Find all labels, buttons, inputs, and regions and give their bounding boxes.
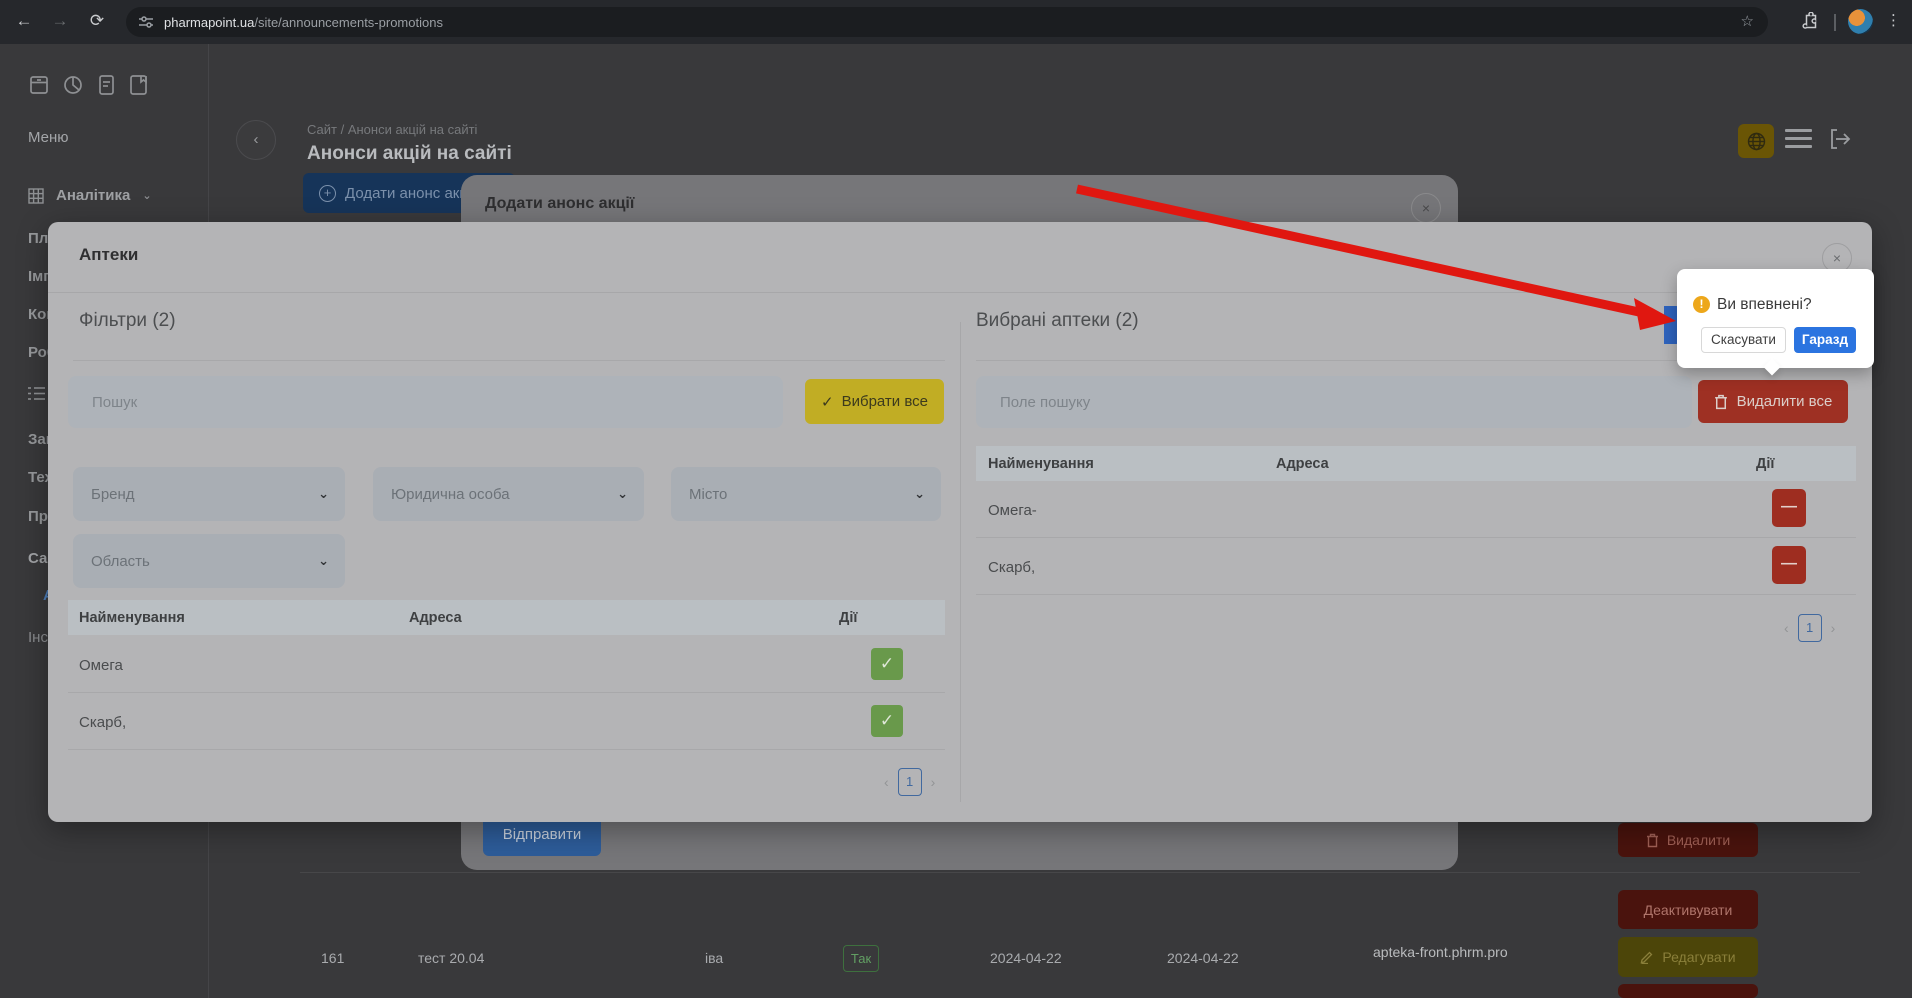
select-row-button[interactable]: ✓ [871,648,903,680]
next-page-icon[interactable]: › [931,774,936,790]
back-icon[interactable]: ← [12,11,36,31]
selected-table-header: Найменування Адреса Дії [976,446,1856,481]
legal-entity-dropdown[interactable]: Юридична особа ⌄ [373,467,644,521]
warning-icon: ! [1693,296,1710,313]
sidebar-item-analytics[interactable]: Аналітика ⌄ [28,187,152,204]
page-1-button[interactable]: 1 [1798,614,1822,642]
divider [73,360,945,361]
star-icon[interactable]: ☆ [1741,12,1754,30]
close-icon[interactable]: × [1411,193,1441,223]
list-icon [28,386,45,401]
book-icon[interactable] [128,74,148,101]
table-row: Омега [79,657,123,674]
chevron-down-icon: ⌄ [617,486,628,502]
row-date-end: 2024-04-22 [1167,950,1239,966]
delete-all-button[interactable]: Видалити все [1698,380,1848,423]
remove-row-button[interactable]: — [1772,489,1806,527]
globe-icon [1747,132,1766,151]
ok-button[interactable]: Гаразд [1794,327,1856,353]
brand-dropdown[interactable]: Бренд ⌄ [73,467,345,521]
select-row-button[interactable]: ✓ [871,705,903,737]
browser-toolbar: ← → ⟳ pharmapoint.ua/site/announcements-… [0,0,1912,44]
prev-page-icon[interactable]: ‹ [884,774,889,790]
language-globe-button[interactable] [1738,124,1774,158]
row-id: 161 [321,950,344,966]
selected-search-input[interactable]: Поле пошуку [976,376,1692,428]
select-all-button[interactable]: ✓ Вибрати все [805,379,944,424]
table-row: Омега- [988,502,1037,519]
next-page-icon[interactable]: › [1831,620,1836,636]
kebab-icon[interactable]: ⋮ [1886,11,1901,29]
puzzle-icon[interactable] [1800,12,1819,36]
table-row: Скарб, [79,714,126,731]
row-divider [68,749,945,750]
confirm-popover: ! Ви впевнені? Скасувати Гаразд [1677,269,1874,368]
delete-row-button[interactable]: Видалити [1618,823,1758,857]
forward-icon[interactable]: → [48,11,72,31]
confirm-message: Ви впевнені? [1717,296,1812,314]
modal-title: Аптеки [79,245,138,265]
remove-row-button[interactable]: — [1772,546,1806,584]
pie-chart-icon[interactable] [62,74,84,101]
breadcrumb: Сайт / Анонси акцій на сайті [307,122,477,137]
chevron-down-icon: ⌄ [142,189,151,202]
row-author: іва [705,950,723,966]
sidebar-collapse-button[interactable]: ‹ [236,120,276,160]
pencil-icon [1640,950,1654,964]
row-divider [976,594,1856,595]
site-settings-icon[interactable] [138,14,154,30]
check-icon: ✓ [821,393,834,411]
row-divider [976,537,1856,538]
logout-icon[interactable] [1827,126,1853,157]
document-icon[interactable] [96,74,116,101]
url-text: pharmapoint.ua/site/announcements-promot… [164,15,443,30]
trash-icon [1646,833,1659,848]
address-bar[interactable]: pharmapoint.ua/site/announcements-promot… [126,7,1768,37]
hamburger-menu-icon[interactable] [1785,129,1812,148]
row-date-start: 2024-04-22 [990,950,1062,966]
toolbar-separator [1834,14,1836,31]
sidebar-list-icon-item[interactable] [28,386,45,405]
selected-pagination: ‹ 1 › [1784,614,1835,642]
selected-heading: Вибрані аптеки (2) [976,310,1139,332]
archive-icon[interactable] [28,74,50,101]
table-row: Скарб, [988,559,1035,576]
chevron-down-icon: ⌄ [914,486,925,502]
column-divider [960,322,961,802]
table-row-divider [300,872,1860,873]
chevron-down-icon: ⌄ [318,553,329,569]
partial-button[interactable] [1618,984,1758,998]
trash-icon [1714,394,1728,410]
filters-table-header: Найменування Адреса Дії [68,600,945,635]
city-dropdown[interactable]: Місто ⌄ [671,467,941,521]
sidebar-menu-label: Меню [28,129,69,146]
profile-avatar[interactable] [1848,9,1873,34]
row-domain: apteka-front.phrm.pro [1373,944,1508,960]
plus-circle-icon: + [319,185,336,202]
cancel-button[interactable]: Скасувати [1701,327,1786,353]
grid-icon [28,188,44,204]
divider [48,292,1872,293]
status-badge: Так [843,945,879,972]
page-1-button[interactable]: 1 [898,768,922,796]
chevron-down-icon: ⌄ [318,486,329,502]
region-dropdown[interactable]: Область ⌄ [73,534,345,588]
modal-title: Додати анонс акції [485,195,634,213]
deactivate-row-button[interactable]: Деактивувати [1618,890,1758,929]
prev-page-icon[interactable]: ‹ [1784,620,1789,636]
row-name: тест 20.04 [418,950,484,966]
search-input[interactable]: Пошук [68,376,783,428]
sidebar-top-icons [28,74,148,101]
page-title: Анонси акцій на сайті [307,143,512,165]
pharmacies-modal: Аптеки × Фільтри (2) Пошук ✓ Вибрати все… [48,222,1872,822]
filters-pagination: ‹ 1 › [884,768,935,796]
edit-row-button[interactable]: Редагувати [1618,937,1758,977]
row-divider [68,692,945,693]
reload-icon[interactable]: ⟳ [85,11,109,31]
filters-heading: Фільтри (2) [79,310,176,332]
